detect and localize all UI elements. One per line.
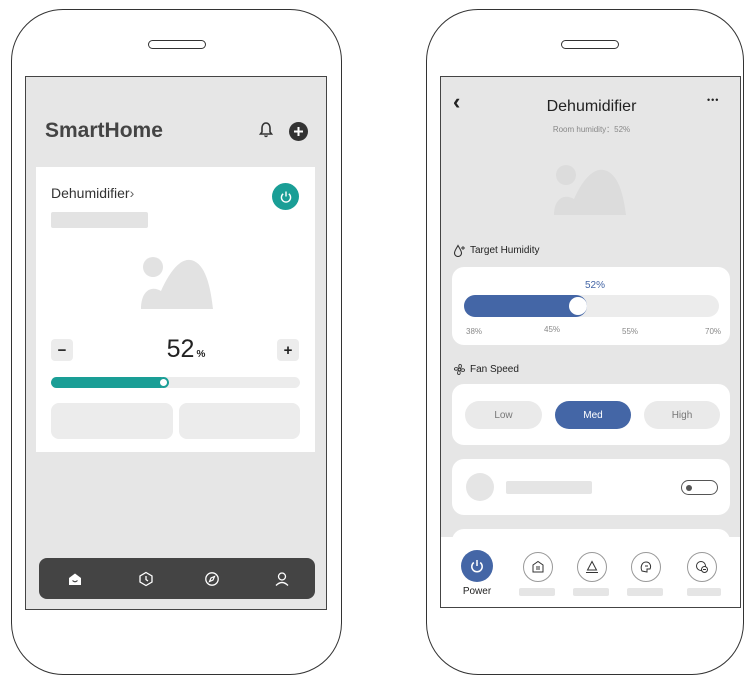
- mode-sleep-icon[interactable]: [631, 552, 661, 582]
- fan-speed-high-button[interactable]: High: [644, 401, 720, 429]
- more-options-button[interactable]: •••: [707, 95, 719, 105]
- device-image-placeholder-icon: [139, 251, 214, 311]
- toggle-knob: [686, 484, 692, 491]
- device-name-link[interactable]: Dehumidifier›: [51, 185, 134, 201]
- minus-label: −: [57, 341, 67, 359]
- right-phone-speaker: [561, 40, 619, 49]
- fan-speed-low-button[interactable]: Low: [465, 401, 542, 429]
- mode-drying-label-placeholder: [573, 588, 609, 596]
- fan-icon: [453, 363, 466, 375]
- target-humidity-slider[interactable]: [464, 295, 719, 317]
- feature-icon-placeholder: [466, 473, 494, 501]
- mode-drying-icon[interactable]: [577, 552, 607, 582]
- device-power-button[interactable]: [272, 183, 299, 210]
- humidity-decrease-button[interactable]: −: [51, 339, 73, 361]
- humidity-increase-button[interactable]: +: [277, 339, 299, 361]
- timer-icon[interactable]: [687, 552, 717, 582]
- nav-profile-icon[interactable]: [271, 568, 293, 590]
- feature-toggle-switch[interactable]: [681, 480, 718, 495]
- app-title: SmartHome: [45, 119, 163, 142]
- fan-speed-header: Fan Speed: [453, 362, 519, 376]
- power-label: Power: [462, 586, 492, 597]
- power-button[interactable]: [461, 550, 493, 582]
- mode-dry-icon[interactable]: [523, 552, 553, 582]
- mode-sleep-label-placeholder: [627, 588, 663, 596]
- tick-label: 70%: [705, 327, 722, 336]
- humidity-unit: %: [196, 349, 206, 360]
- device-image-placeholder-icon: [552, 161, 627, 217]
- bottom-navigation: [39, 558, 315, 599]
- device-title: Dehumidifier: [546, 98, 637, 115]
- feature-label-placeholder: [506, 481, 592, 494]
- left-phone-screen: SmartHome Dehumidifier› − 52 % +: [25, 76, 327, 610]
- humidity-readout: 52%: [146, 335, 226, 364]
- fan-speed-label: Fan Speed: [470, 363, 519, 375]
- humidity-slider-thumb[interactable]: [157, 377, 169, 388]
- mode-tile-left[interactable]: [51, 403, 173, 439]
- humidity-value: 52: [166, 335, 195, 363]
- fan-speed-card: Low Med High: [452, 384, 730, 445]
- nav-home-icon[interactable]: [64, 568, 86, 590]
- nav-scene-icon[interactable]: [135, 568, 157, 590]
- device-status-placeholder: [51, 212, 148, 228]
- target-humidity-card: 52% 38% 45% 55% 70%: [452, 267, 730, 345]
- room-humidity-subtitle: Room humidity：52%: [552, 125, 631, 134]
- target-humidity-value: 52%: [584, 280, 605, 291]
- right-phone-screen: ‹ Dehumidifier Room humidity：52% ••• Tar…: [440, 76, 741, 608]
- timer-label-placeholder: [687, 588, 721, 596]
- device-name: Dehumidifier: [51, 185, 130, 201]
- plus-label: +: [283, 341, 293, 359]
- mode-dry-label-placeholder: [519, 588, 555, 596]
- feature-toggle-card: [452, 459, 730, 515]
- target-humidity-label: Target Humidity: [470, 244, 540, 256]
- add-device-button[interactable]: [289, 122, 308, 141]
- chevron-right-icon: ›: [129, 185, 135, 201]
- tick-label: 38%: [466, 327, 483, 336]
- humidity-slider-fill: [51, 377, 166, 388]
- device-card: Dehumidifier› − 52% +: [36, 167, 315, 452]
- tick-label: 45%: [544, 325, 561, 334]
- target-humidity-header: Target Humidity: [453, 243, 539, 257]
- mode-tile-right[interactable]: [179, 403, 300, 439]
- bottom-action-bar: Power: [441, 537, 740, 607]
- left-phone-speaker: [148, 40, 206, 49]
- droplet-icon: [453, 243, 465, 257]
- power-icon: [471, 560, 483, 573]
- fan-speed-med-button[interactable]: Med: [555, 401, 631, 429]
- nav-discover-icon[interactable]: [201, 568, 223, 590]
- humidity-slider[interactable]: [51, 377, 300, 388]
- tick-label: 55%: [622, 327, 639, 336]
- bell-icon[interactable]: [258, 121, 274, 139]
